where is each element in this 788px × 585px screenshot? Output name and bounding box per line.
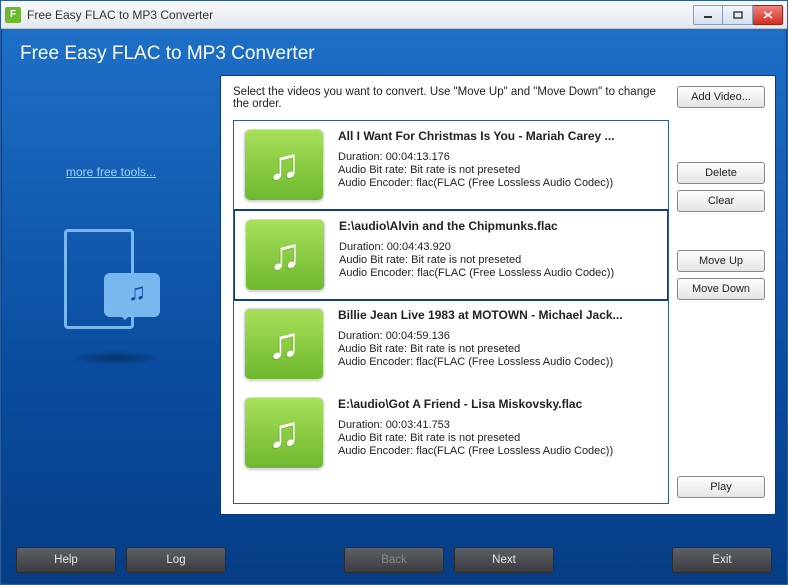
file-encoder: Audio Encoder: flac(FLAC (Free Lossless … [338, 356, 658, 368]
instruction-text: Select the videos you want to convert. U… [233, 86, 669, 110]
exit-button[interactable]: Exit [672, 547, 772, 573]
file-list[interactable]: ♫ All I Want For Christmas Is You - Maria… [233, 120, 669, 504]
log-button[interactable]: Log [126, 547, 226, 573]
music-note-icon: ♫ [268, 143, 301, 187]
file-title: E:\audio\Got A Friend - Lisa Miskovsky.f… [338, 397, 658, 411]
file-item[interactable]: ♫ All I Want For Christmas Is You - Maria… [234, 121, 668, 210]
music-note-icon: ♫ [269, 233, 302, 277]
file-thumbnail: ♫ [244, 129, 324, 201]
maximize-icon [733, 11, 743, 19]
close-icon [763, 11, 773, 19]
back-button[interactable]: Back [344, 547, 444, 573]
music-note-icon: ♫ [268, 322, 301, 366]
file-encoder: Audio Encoder: flac(FLAC (Free Lossless … [339, 267, 657, 279]
next-button[interactable]: Next [454, 547, 554, 573]
file-item[interactable]: ♫ Billie Jean Live 1983 at MOTOWN - Micha… [234, 300, 668, 389]
hero-illustration: ♫ [56, 229, 166, 339]
file-thumbnail: ♫ [244, 308, 324, 380]
file-thumbnail: ♫ [245, 219, 325, 291]
clear-button[interactable]: Clear [677, 190, 765, 212]
move-down-button[interactable]: Move Down [677, 278, 765, 300]
file-item[interactable]: ♫ E:\audio\Alvin and the Chipmunks.flac Du… [233, 209, 669, 301]
more-tools-link[interactable]: more free tools... [66, 165, 156, 179]
file-bitrate: Audio Bit rate: Bit rate is not preseted [338, 432, 658, 444]
main-row: more free tools... ♫ Select the videos y… [2, 75, 786, 515]
file-duration: Duration: 00:03:41.753 [338, 419, 658, 431]
shadow [66, 351, 166, 365]
maximize-button[interactable] [723, 5, 753, 25]
file-bitrate: Audio Bit rate: Bit rate is not preseted [338, 164, 658, 176]
file-encoder: Audio Encoder: flac(FLAC (Free Lossless … [338, 445, 658, 457]
file-thumbnail: ♫ [244, 397, 324, 469]
app-title: Free Easy FLAC to MP3 Converter [2, 29, 786, 75]
action-column: Add Video... Delete Clear Move Up Move D… [677, 86, 765, 504]
file-title: Billie Jean Live 1983 at MOTOWN - Michae… [338, 308, 658, 322]
file-title: E:\audio\Alvin and the Chipmunks.flac [339, 219, 657, 233]
file-meta: E:\audio\Got A Friend - Lisa Miskovsky.f… [338, 397, 658, 469]
delete-button[interactable]: Delete [677, 162, 765, 184]
app-icon: F [5, 7, 21, 23]
titlebar[interactable]: F Free Easy FLAC to MP3 Converter [1, 1, 787, 29]
window-controls [693, 5, 783, 25]
play-button[interactable]: Play [677, 476, 765, 498]
app-window: F Free Easy FLAC to MP3 Converter Free E… [0, 0, 788, 585]
file-item[interactable]: ♫ E:\audio\Got A Friend - Lisa Miskovsky.… [234, 389, 668, 478]
app-body: Free Easy FLAC to MP3 Converter more fre… [1, 29, 787, 584]
content-panel: Select the videos you want to convert. U… [220, 75, 776, 515]
close-button[interactable] [753, 5, 783, 25]
move-up-button[interactable]: Move Up [677, 250, 765, 272]
add-video-button[interactable]: Add Video... [677, 86, 765, 108]
file-title: All I Want For Christmas Is You - Mariah… [338, 129, 658, 143]
file-meta: All I Want For Christmas Is You - Mariah… [338, 129, 658, 201]
music-note-icon: ♫ [128, 279, 146, 307]
file-duration: Duration: 00:04:59.136 [338, 330, 658, 342]
file-bitrate: Audio Bit rate: Bit rate is not preseted [339, 254, 657, 266]
bottom-bar: Help Log Back Next Exit [2, 537, 786, 583]
file-bitrate: Audio Bit rate: Bit rate is not preseted [338, 343, 658, 355]
window-title: Free Easy FLAC to MP3 Converter [27, 8, 693, 22]
sidebar: more free tools... ♫ [2, 75, 220, 515]
minimize-button[interactable] [693, 5, 723, 25]
music-note-icon: ♫ [268, 411, 301, 455]
file-encoder: Audio Encoder: flac(FLAC (Free Lossless … [338, 177, 658, 189]
file-duration: Duration: 00:04:13.176 [338, 151, 658, 163]
minimize-icon [703, 11, 713, 19]
file-meta: E:\audio\Alvin and the Chipmunks.flac Dur… [339, 219, 657, 291]
list-area: Select the videos you want to convert. U… [233, 86, 669, 504]
file-meta: Billie Jean Live 1983 at MOTOWN - Michae… [338, 308, 658, 380]
file-duration: Duration: 00:04:43.920 [339, 241, 657, 253]
help-button[interactable]: Help [16, 547, 116, 573]
